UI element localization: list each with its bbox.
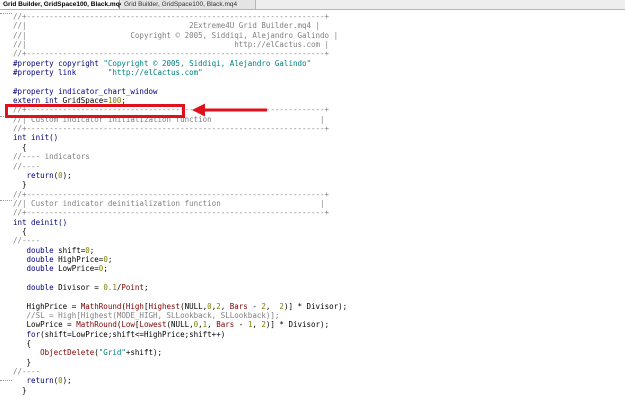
code-text-segment: LowPrice=: [53, 264, 99, 274]
gutter-separator: [0, 380, 12, 381]
code-line: int init(): [13, 133, 59, 143]
keyword: return: [13, 376, 54, 386]
code-text-segment: shift=: [53, 245, 86, 255]
code-text-segment: ;: [143, 282, 149, 292]
code-text-segment: ;: [107, 254, 113, 264]
code-text-segment: );: [62, 170, 72, 180]
builtin-function: Bars: [229, 301, 248, 311]
code-line: //----: [13, 236, 41, 246]
code-text-segment: -: [234, 320, 248, 330]
code-line: {: [13, 339, 32, 349]
code-line: //| Copyright © 2005, Siddiqi, Alejandro…: [13, 30, 339, 40]
code-text-segment: HighPrice=: [53, 254, 104, 264]
code-line: //| http://elCactus.com |: [13, 40, 330, 50]
builtin-function: Highest: [148, 301, 181, 311]
builtin-function: MathRound: [80, 301, 122, 311]
code-editor[interactable]: //+-------------------------------------…: [0, 10, 625, 407]
code-text-segment: ,: [265, 301, 280, 311]
builtin-function: Point: [121, 282, 144, 292]
keyword: double: [13, 264, 54, 274]
gridspace-highlight-box: [5, 104, 185, 118]
builtin-function: MathRound: [76, 320, 117, 330]
string-literal: "http://elCactus.com": [107, 68, 203, 78]
string-literal: "Grid": [98, 348, 126, 358]
code-line: int deinit(): [13, 217, 68, 227]
code-line: #property copyright "Copyright © 2005, S…: [13, 59, 347, 68]
code-text-segment: )] * Divisor);: [283, 301, 348, 311]
builtin-function: Lowest: [139, 320, 167, 330]
code-text-segment: ,: [252, 320, 262, 330]
code-line: return(0);: [13, 171, 347, 180]
gutter-separator: [0, 200, 12, 201]
code-line: return(0);: [13, 376, 347, 385]
code-text-segment: ,: [220, 301, 230, 311]
keyword: for: [13, 329, 41, 339]
code-line: HighPrice = MathRound(High[Highest(NULL,…: [13, 301, 348, 311]
code-line: //----: [13, 367, 41, 377]
number-literal: 0.1: [103, 282, 117, 292]
preprocessor-keyword: #property copyright: [13, 58, 99, 68]
code-text-segment: );: [62, 376, 72, 386]
keyword: double: [13, 282, 54, 292]
code-line: }: [13, 357, 32, 367]
builtin-function: ObjectDelete: [13, 348, 95, 358]
code-line: }: [13, 180, 27, 190]
string-literal: "Copyright © 2005, Siddiqi, Alejandro Ga…: [103, 58, 312, 68]
code-line: //| Custor indicator deinitialization fu…: [13, 198, 325, 208]
code-line: //+-------------------------------------…: [13, 49, 330, 59]
code-line: {: [13, 142, 27, 152]
code-line: //---- indicators: [13, 152, 90, 162]
code-line: //----: [13, 161, 41, 171]
code-text-segment: ;: [103, 264, 108, 274]
code-text-segment: -: [247, 301, 262, 311]
builtin-function: High: [125, 301, 144, 311]
gutter-separator: [0, 13, 12, 14]
red-arrow-icon: [192, 103, 267, 117]
builtin-function: Bars: [216, 320, 235, 330]
code-text-segment: (NULL,: [166, 320, 194, 330]
code-text-segment: )] * Divisor);: [265, 320, 330, 330]
code-line: //+-------------------------------------…: [13, 189, 330, 199]
code-text-segment: Divisor =: [53, 282, 104, 292]
code-line: //SL = High[Highest(MODE_HIGH, SLLookbac…: [13, 311, 280, 320]
tab-file-active[interactable]: Grid Builder, GridSpace100, Black.mq4: [0, 0, 123, 9]
code-line: #property link "http://elCactus.com": [13, 68, 347, 77]
code-line: {: [13, 226, 27, 236]
code-line: double HighPrice=0;: [13, 255, 347, 264]
preprocessor-keyword: #property link: [13, 68, 77, 78]
code-line: LowPrice = MathRound(Low[Lowest(NULL,0,1…: [13, 320, 347, 329]
code-line: //+-------------------------------------…: [13, 208, 330, 218]
code-text[interactable]: //+-------------------------------------…: [13, 12, 347, 395]
code-text-segment: ,: [207, 320, 217, 330]
code-line: double LowPrice=0;: [13, 264, 347, 273]
code-text-segment: (shift=LowPrice;shift<=HighPrice;shift++…: [40, 329, 226, 339]
code-line: double shift=0;: [13, 246, 347, 255]
code-line: #property indicator_chart_window: [13, 86, 158, 96]
code-line: //+-------------------------------------…: [13, 124, 330, 134]
code-line: double Divisor = 0.1/Point;: [13, 283, 347, 292]
code-text-segment: (NULL,: [180, 301, 208, 311]
tab-file-inactive[interactable]: Grid Builder, GridSpace100, Black.mq4: [121, 0, 256, 9]
keyword: double: [13, 245, 54, 255]
keyword: return: [13, 170, 54, 180]
builtin-function: Low: [121, 320, 135, 330]
code-text-segment: LowPrice =: [13, 320, 77, 330]
code-line: ObjectDelete("Grid"+shift);: [13, 348, 347, 357]
code-line: //+-------------------------------------…: [13, 12, 330, 21]
tab-bar: Grid Builder, GridSpace100, Black.mq4 Gr…: [0, 0, 625, 10]
code-line: for(shift=LowPrice;shift<=HighPrice;shif…: [13, 330, 347, 339]
code-line: //| 2Extreme4U Grid Builder.mq4 |: [13, 21, 321, 31]
code-text-segment: ;: [89, 245, 95, 255]
code-text-segment: HighPrice =: [13, 301, 81, 311]
keyword: double: [13, 254, 54, 264]
code-line: }: [13, 385, 27, 395]
code-text-segment: +shift);: [125, 348, 163, 358]
